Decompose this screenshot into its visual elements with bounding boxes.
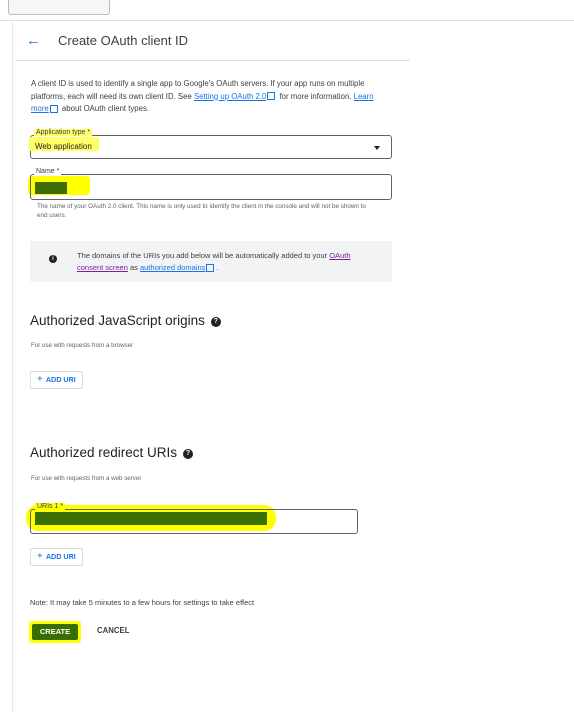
redirect-uri-label: URIs 1 * (35, 503, 66, 510)
redirect-uris-subtitle: For use with requests from a web server (31, 475, 142, 482)
external-link-icon (206, 264, 215, 273)
left-frame (12, 22, 13, 712)
setting-up-oauth-link[interactable]: Setting up OAuth 2.0 (194, 92, 266, 101)
cancel-button[interactable]: CANCEL (97, 626, 130, 635)
external-link-icon (267, 92, 276, 101)
plus-icon: + (37, 551, 43, 562)
redacted-uri-value (35, 512, 267, 525)
back-arrow-icon[interactable]: ← (26, 32, 41, 49)
chevron-down-icon (374, 146, 380, 150)
intro-text: A client ID is used to identify a single… (31, 78, 393, 116)
plus-icon: + (37, 374, 43, 385)
info-text-part: The domains of the URIs you add below wi… (77, 251, 330, 260)
info-box: i The domains of the URIs you add below … (30, 241, 392, 282)
info-icon: i (49, 255, 57, 263)
create-button-highlight: CREATE (29, 621, 81, 643)
external-link-icon (49, 104, 58, 113)
settings-note: Note: It may take 5 minutes to a few hou… (30, 598, 255, 607)
help-icon[interactable]: ? (210, 317, 221, 327)
redirect-uri-field[interactable] (30, 509, 358, 534)
header-divider (16, 60, 410, 61)
application-type-select[interactable]: Web application (29, 135, 392, 159)
help-icon[interactable]: ? (183, 449, 194, 459)
intro-text-part: for more information. (277, 91, 354, 101)
top-divider (0, 20, 574, 21)
page-title: Create OAuth client ID (58, 33, 189, 48)
add-uri-label: ADD URI (45, 552, 76, 561)
create-button[interactable]: CREATE (32, 624, 78, 640)
redirect-add-uri-button[interactable]: + ADD URI (30, 548, 83, 566)
application-type-label: Application type * (34, 129, 93, 136)
top-tab[interactable] (8, 0, 110, 15)
info-text-part: . (216, 263, 219, 272)
js-origins-subtitle: For use with requests from a browser (31, 342, 134, 349)
name-field[interactable] (30, 174, 392, 200)
redacted-name-value (35, 182, 67, 194)
redirect-uris-heading-text: Authorized redirect URIs (30, 445, 178, 460)
info-text-part: as (127, 263, 140, 272)
authorized-domains-link[interactable]: authorized domains (140, 263, 205, 272)
name-label: Name * (34, 168, 62, 175)
page: ← Create OAuth client ID A client ID is … (0, 0, 574, 718)
name-help-text: The name of your OAuth 2.0 client. This … (37, 203, 366, 219)
redirect-uris-heading: Authorized redirect URIs? (30, 445, 194, 460)
add-uri-label: ADD URI (45, 375, 76, 384)
js-origins-heading: Authorized JavaScript origins? (30, 313, 221, 328)
intro-text-part: about OAuth client types. (59, 104, 150, 113)
info-text: The domains of the URIs you add below wi… (77, 250, 377, 274)
js-origins-add-uri-button[interactable]: + ADD URI (30, 371, 83, 389)
application-type-value: Web application (35, 142, 92, 151)
js-origins-heading-text: Authorized JavaScript origins (30, 313, 205, 328)
